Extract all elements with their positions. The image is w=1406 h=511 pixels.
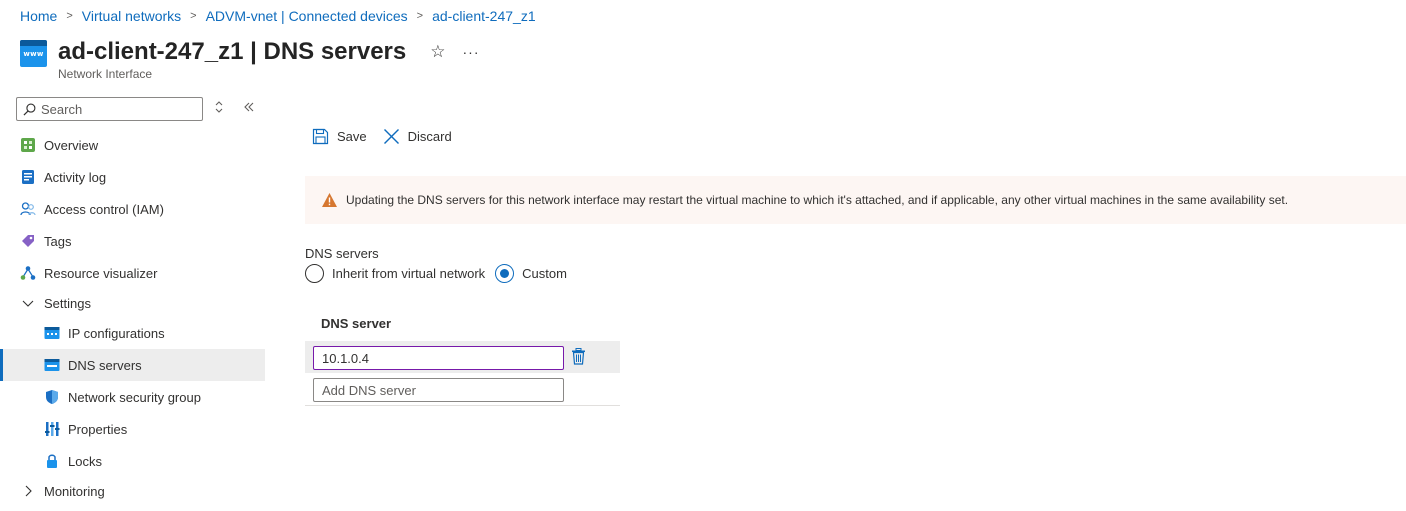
warning-text: Updating the DNS servers for this networ… (346, 193, 1289, 207)
sidebar-group-monitoring[interactable]: Monitoring (0, 477, 265, 505)
sidebar-item-label: Locks (68, 453, 102, 469)
sidebar-group-settings[interactable]: Settings (0, 289, 265, 317)
collapse-sidebar-icon[interactable] (243, 101, 255, 116)
breadcrumb-virtual-networks[interactable]: Virtual networks (82, 8, 181, 24)
dns-server-input[interactable] (313, 346, 564, 370)
breadcrumb: Home > Virtual networks > ADVM-vnet | Co… (20, 8, 536, 24)
sidebar-item-overview[interactable]: Overview (0, 129, 265, 161)
delete-icon[interactable] (571, 348, 586, 370)
sidebar-item-label: DNS servers (68, 357, 142, 373)
save-icon (312, 128, 329, 145)
sidebar-item-label: Activity log (44, 169, 107, 185)
visualizer-icon (20, 265, 36, 281)
page-header: www ad-client-247_z1 | DNS servers ☆ ··· (20, 36, 480, 67)
activity-log-icon (20, 169, 36, 185)
resource-type-subtitle: Network Interface (58, 67, 153, 81)
sidebar-item-label: IP configurations (68, 325, 165, 341)
tag-icon (20, 233, 36, 249)
chevron-down-icon (20, 295, 36, 311)
sidebar-item-label: Overview (44, 137, 99, 153)
breadcrumb-home[interactable]: Home (20, 8, 57, 24)
add-dns-server-input[interactable] (313, 378, 564, 402)
dns-server-column-header: DNS server (321, 316, 392, 331)
sidebar-item-iam[interactable]: Access control (IAM) (0, 193, 265, 225)
shield-icon (44, 389, 60, 405)
chevron-right-icon: > (190, 10, 197, 22)
radio-circle-checked[interactable] (495, 264, 515, 283)
sidebar-item-label: Resource visualizer (44, 265, 158, 281)
sidebar-search[interactable] (16, 97, 203, 121)
radio-custom[interactable]: Custom (495, 264, 567, 283)
search-icon (23, 103, 36, 115)
radio-inherit-label: Inherit from virtual network (332, 266, 486, 281)
sidebar-item-dns-servers[interactable]: DNS servers (0, 349, 265, 381)
sidebar-item-label: Settings (44, 295, 91, 311)
radio-inherit[interactable]: Inherit from virtual network (305, 264, 485, 283)
dns-servers-label: DNS servers (305, 246, 379, 261)
sidebar-item-resource-visualizer[interactable]: Resource visualizer (0, 257, 265, 289)
radio-circle[interactable] (305, 264, 324, 283)
sidebar-item-label: Access control (IAM) (44, 201, 164, 217)
close-icon (383, 129, 399, 144)
chevron-right-icon: > (416, 10, 424, 22)
ip-config-icon (44, 325, 60, 341)
sidebar-item-label: Properties (68, 421, 128, 437)
sidebar-item-label: Network security group (68, 389, 201, 405)
sidebar-item-ip-configurations[interactable]: IP configurations (0, 317, 265, 349)
sidebar-item-label: Monitoring (44, 483, 105, 499)
sidebar-item-label: Tags (44, 233, 72, 249)
iam-icon (20, 201, 36, 217)
breadcrumb-connected-devices[interactable]: ADVM-vnet | Connected devices (206, 8, 408, 24)
title-separator: | (243, 37, 264, 65)
warning-icon (322, 193, 337, 207)
more-options-icon[interactable]: ··· (463, 44, 480, 60)
expand-collapse-icon[interactable] (214, 101, 224, 116)
dns-icon (44, 357, 60, 373)
overview-icon (20, 137, 36, 153)
row-divider (305, 405, 620, 406)
chevron-right-icon (20, 483, 36, 499)
properties-icon (44, 421, 60, 437)
discard-label: Discard (407, 129, 452, 144)
command-bar: Save Discard (312, 128, 468, 145)
dns-mode-radio-group: Inherit from virtual network Custom (305, 264, 577, 283)
sidebar-item-network-security-group[interactable]: Network security group (0, 381, 265, 413)
network-interface-icon: www (20, 40, 47, 67)
search-input[interactable] (41, 101, 191, 117)
warning-banner: Updating the DNS servers for this networ… (305, 176, 1406, 224)
sidebar: Overview Activity log Access control (IA… (0, 129, 265, 505)
sidebar-item-tags[interactable]: Tags (0, 225, 265, 257)
sidebar-item-properties[interactable]: Properties (0, 413, 265, 445)
resource-name: ad-client-247_z1 (58, 37, 244, 65)
page-title: ad-client-247_z1 | DNS servers (58, 38, 406, 66)
chevron-right-icon: > (66, 10, 73, 22)
favorite-star-icon[interactable]: ☆ (430, 42, 445, 62)
breadcrumb-current[interactable]: ad-client-247_z1 (432, 8, 536, 24)
lock-icon (44, 453, 60, 469)
sidebar-item-activity-log[interactable]: Activity log (0, 161, 265, 193)
sidebar-item-locks[interactable]: Locks (0, 445, 265, 477)
discard-button[interactable]: Discard (383, 128, 452, 145)
radio-custom-label: Custom (522, 266, 567, 281)
blade-name: DNS servers (263, 37, 407, 65)
save-label: Save (337, 129, 367, 144)
save-button[interactable]: Save (312, 128, 367, 145)
